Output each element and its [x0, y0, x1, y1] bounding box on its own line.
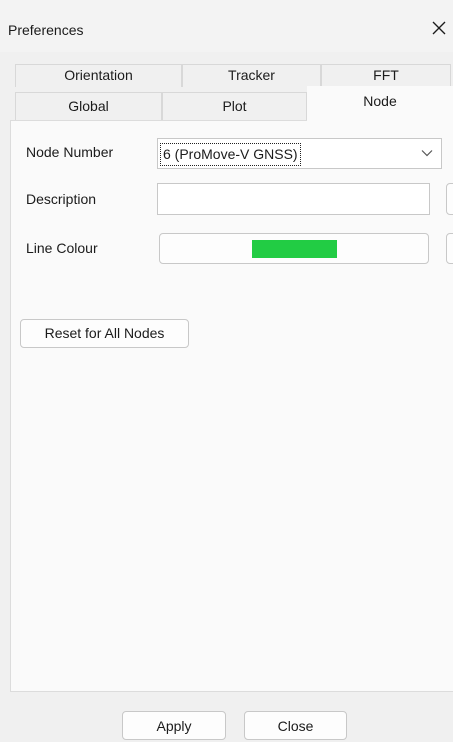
tab-label: FFT: [373, 67, 399, 83]
reset-all-nodes-label: Reset for All Nodes: [44, 325, 165, 341]
footer-bar: [0, 692, 453, 742]
tab-orientation[interactable]: Orientation: [15, 64, 182, 87]
line-colour-side-button[interactable]: [446, 233, 453, 264]
tab-fft[interactable]: FFT: [321, 64, 451, 87]
close-window-button[interactable]: [427, 16, 451, 40]
line-colour-label: Line Colour: [26, 240, 98, 256]
close-label: Close: [277, 718, 314, 734]
reset-all-nodes-button[interactable]: Reset for All Nodes: [20, 319, 189, 348]
tab-label: Node: [363, 93, 397, 109]
description-side-button[interactable]: [446, 183, 453, 215]
close-icon: [432, 21, 446, 35]
tab-label: Orientation: [64, 67, 133, 83]
description-field[interactable]: [157, 183, 430, 215]
close-button[interactable]: Close: [244, 711, 347, 740]
tab-tracker[interactable]: Tracker: [182, 64, 321, 87]
tab-label: Plot: [222, 98, 247, 114]
node-number-label: Node Number: [26, 144, 114, 160]
tab-node[interactable]: Node: [307, 86, 453, 122]
line-colour-swatch: [252, 240, 337, 258]
node-number-dropdown[interactable]: 6 (ProMove-V GNSS): [157, 138, 442, 169]
tab-label: Global: [68, 98, 109, 114]
window-title: Preferences: [8, 22, 84, 38]
chevron-down-icon: [421, 150, 433, 157]
tab-label: Tracker: [228, 67, 275, 83]
tab-plot[interactable]: Plot: [162, 92, 307, 120]
line-colour-button[interactable]: [159, 233, 429, 264]
node-number-value: 6 (ProMove-V GNSS): [160, 143, 301, 166]
apply-label: Apply: [156, 718, 192, 734]
apply-button[interactable]: Apply: [122, 711, 226, 740]
tab-global[interactable]: Global: [15, 92, 162, 120]
title-bar: Preferences: [0, 0, 453, 52]
description-label: Description: [26, 191, 97, 207]
